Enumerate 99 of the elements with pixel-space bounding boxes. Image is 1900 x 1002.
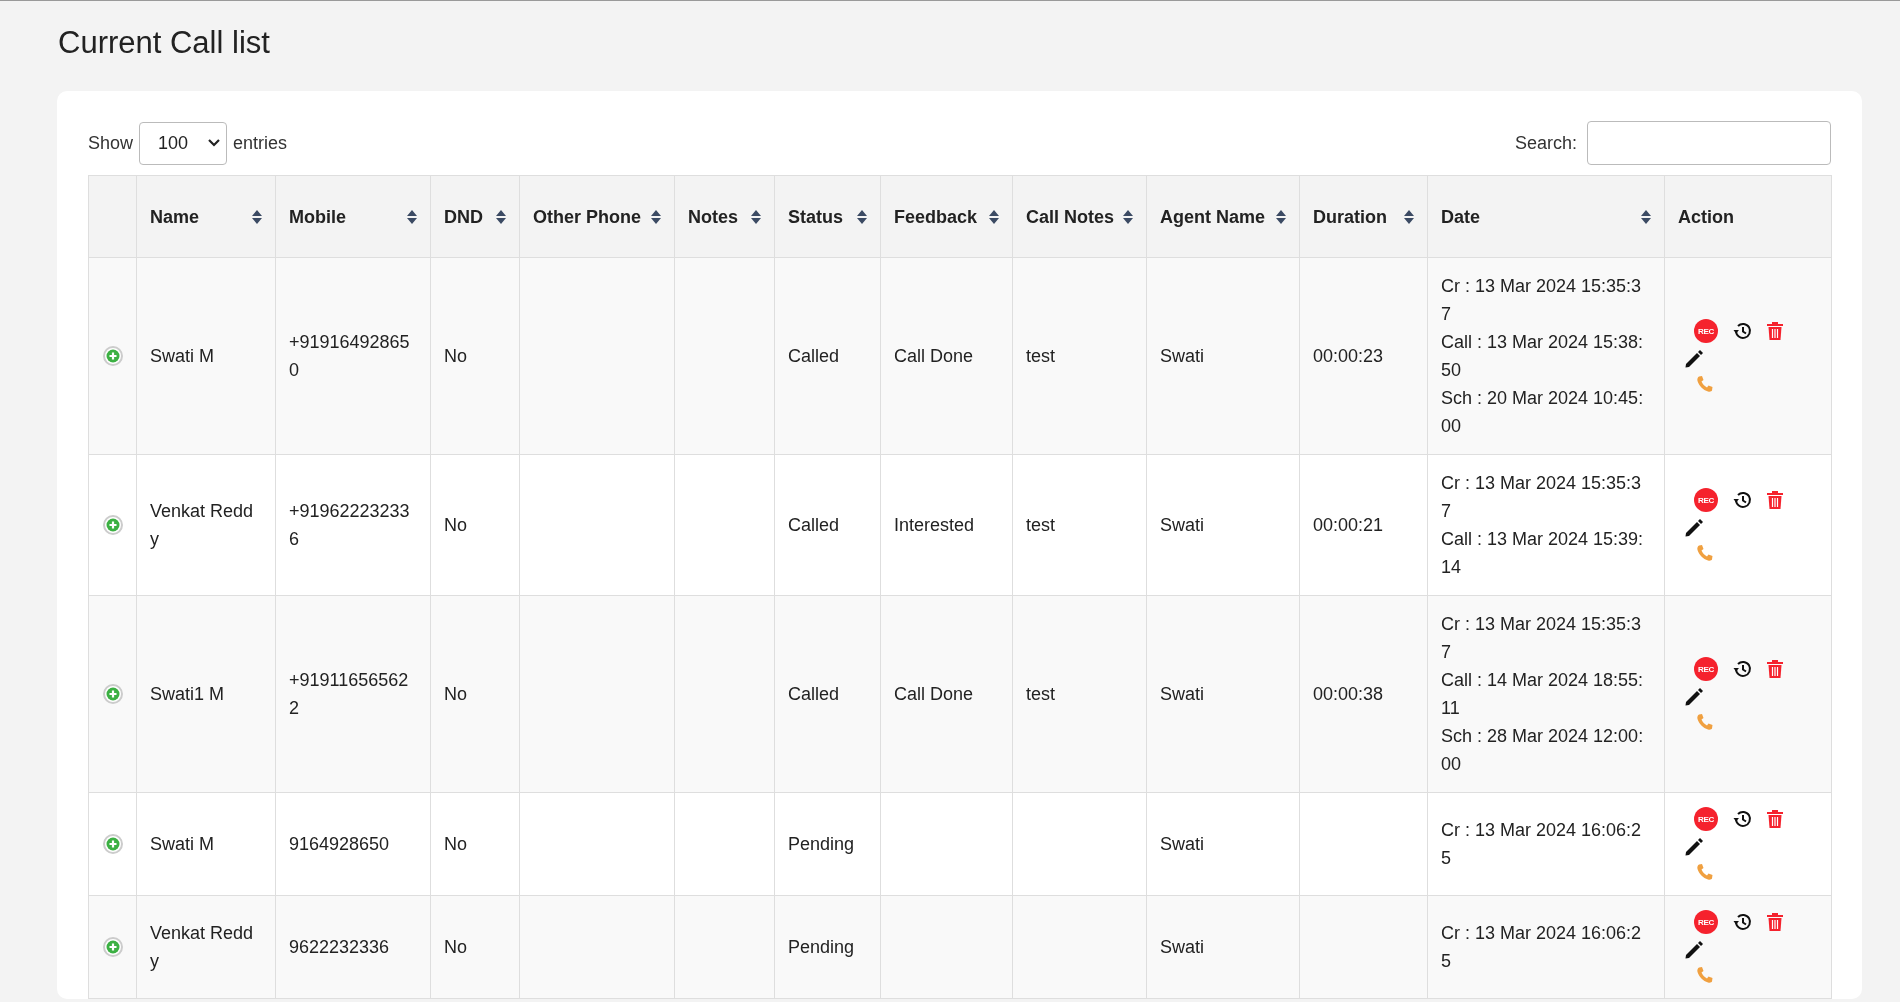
table-cell: No (430, 454, 520, 596)
table-cell: 9622232336 (275, 895, 431, 999)
sort-icon[interactable] (252, 208, 262, 225)
trash-icon[interactable] (1766, 912, 1784, 932)
record-button[interactable]: REC (1694, 488, 1718, 512)
table-cell: Swati1 M (136, 595, 276, 793)
sort-icon[interactable] (651, 208, 661, 225)
sort-icon[interactable] (989, 208, 999, 225)
date-text: Cr : 13 Mar 2024 16:06:25 (1441, 819, 1643, 870)
column-header: Action (1664, 175, 1832, 258)
sort-icon[interactable] (407, 208, 417, 225)
table-cell: test (1012, 454, 1147, 596)
record-button[interactable]: REC (1694, 319, 1718, 343)
table-cell: No (430, 792, 520, 896)
table-cell: 00:00:38 (1299, 595, 1428, 793)
column-header[interactable]: Date (1427, 175, 1665, 258)
table-cell: Venkat Reddy (136, 895, 276, 999)
sort-icon[interactable] (1123, 208, 1133, 225)
date-text: Call : 14 Mar 2024 18:55:11 (1441, 669, 1645, 720)
table-cell: +919164928650 (275, 257, 431, 455)
column-header[interactable]: Mobile (275, 175, 431, 258)
pencil-icon[interactable] (1684, 518, 1704, 538)
table-cell: Called (774, 454, 881, 596)
sort-icon[interactable] (751, 208, 761, 225)
table-cell: +919116565622 (275, 595, 431, 793)
column-header[interactable]: Status (774, 175, 881, 258)
sort-icon[interactable] (857, 208, 867, 225)
table-cell: Called (774, 595, 881, 793)
sort-icon[interactable] (1404, 208, 1414, 225)
expand-icon[interactable] (102, 834, 123, 854)
table-cell: Swati (1146, 792, 1300, 896)
table-cell: Swati (1146, 895, 1300, 999)
entries-dropdown[interactable]: 100 (139, 121, 228, 165)
table-cell: Swati M (136, 792, 276, 896)
table-cell: Call Done (880, 595, 1013, 793)
table-cell: Swati M (136, 257, 276, 455)
table-cell: Venkat Reddy (136, 454, 276, 596)
table-cell: No (430, 257, 520, 455)
column-header[interactable]: Feedback (880, 175, 1013, 258)
history-icon[interactable] (1732, 809, 1752, 829)
expand-icon[interactable] (102, 515, 123, 535)
date-text: Cr : 13 Mar 2024 15:35:37 (1441, 613, 1643, 664)
table-cell: Pending (774, 792, 881, 896)
pencil-icon[interactable] (1684, 940, 1704, 960)
table-cell: Swati (1146, 454, 1300, 596)
column-header[interactable]: Call Notes (1012, 175, 1147, 258)
table-cell: +919622232336 (275, 454, 431, 596)
table-cell: No (430, 595, 520, 793)
column-header[interactable]: Agent Name (1146, 175, 1300, 258)
expand-icon[interactable] (102, 346, 123, 366)
caret-icon (208, 139, 221, 147)
expand-icon[interactable] (102, 684, 123, 704)
history-icon[interactable] (1732, 490, 1752, 510)
table-cell: Pending (774, 895, 881, 999)
table-cell: No (430, 895, 520, 999)
trash-icon[interactable] (1766, 490, 1784, 510)
table-cell: 00:00:23 (1299, 257, 1428, 455)
date-text: Cr : 13 Mar 2024 16:06:25 (1441, 922, 1643, 973)
record-button[interactable]: REC (1694, 657, 1718, 681)
history-icon[interactable] (1732, 659, 1752, 679)
table-cell: Call Done (880, 257, 1013, 455)
pencil-icon[interactable] (1684, 349, 1704, 369)
pencil-icon[interactable] (1684, 687, 1704, 707)
show-label: Show (88, 132, 134, 154)
entries-label: entries (233, 132, 288, 154)
trash-icon[interactable] (1766, 321, 1784, 341)
table-cell: Called (774, 257, 881, 455)
date-text: Call : 13 Mar 2024 15:38:50 (1441, 331, 1645, 382)
pencil-icon[interactable] (1684, 837, 1704, 857)
date-text: Call : 13 Mar 2024 15:39:14 (1441, 528, 1645, 579)
column-header[interactable]: Name (136, 175, 276, 258)
table-cell: Swati (1146, 595, 1300, 793)
table-cell: 00:00:21 (1299, 454, 1428, 596)
history-icon[interactable] (1732, 912, 1752, 932)
trash-icon[interactable] (1766, 659, 1784, 679)
history-icon[interactable] (1732, 321, 1752, 341)
expand-icon[interactable] (102, 937, 123, 957)
date-text: Cr : 13 Mar 2024 15:35:37 (1441, 472, 1643, 523)
record-button[interactable]: REC (1694, 910, 1718, 934)
table-cell: 9164928650 (275, 792, 431, 896)
sort-icon[interactable] (496, 208, 506, 225)
date-text: Sch : 28 Mar 2024 12:00:00 (1441, 725, 1645, 776)
date-text: Sch : 20 Mar 2024 10:45:00 (1441, 387, 1645, 438)
column-header[interactable]: Duration (1299, 175, 1428, 258)
table-cell: test (1012, 595, 1147, 793)
column-header[interactable]: Other Phone (519, 175, 675, 258)
page-title: Current Call list (58, 25, 270, 61)
column-header[interactable]: DND (430, 175, 520, 258)
table-cell: Interested (880, 454, 1013, 596)
date-text: Cr : 13 Mar 2024 15:35:37 (1441, 275, 1643, 326)
table-cell: test (1012, 257, 1147, 455)
sort-icon[interactable] (1276, 208, 1286, 225)
trash-icon[interactable] (1766, 809, 1784, 829)
column-header[interactable]: Notes (674, 175, 775, 258)
sort-icon[interactable] (1641, 208, 1651, 225)
record-button[interactable]: REC (1694, 807, 1718, 831)
table-cell: Swati (1146, 257, 1300, 455)
search-label: Search: (1514, 132, 1577, 154)
search-field[interactable] (1587, 121, 1831, 165)
